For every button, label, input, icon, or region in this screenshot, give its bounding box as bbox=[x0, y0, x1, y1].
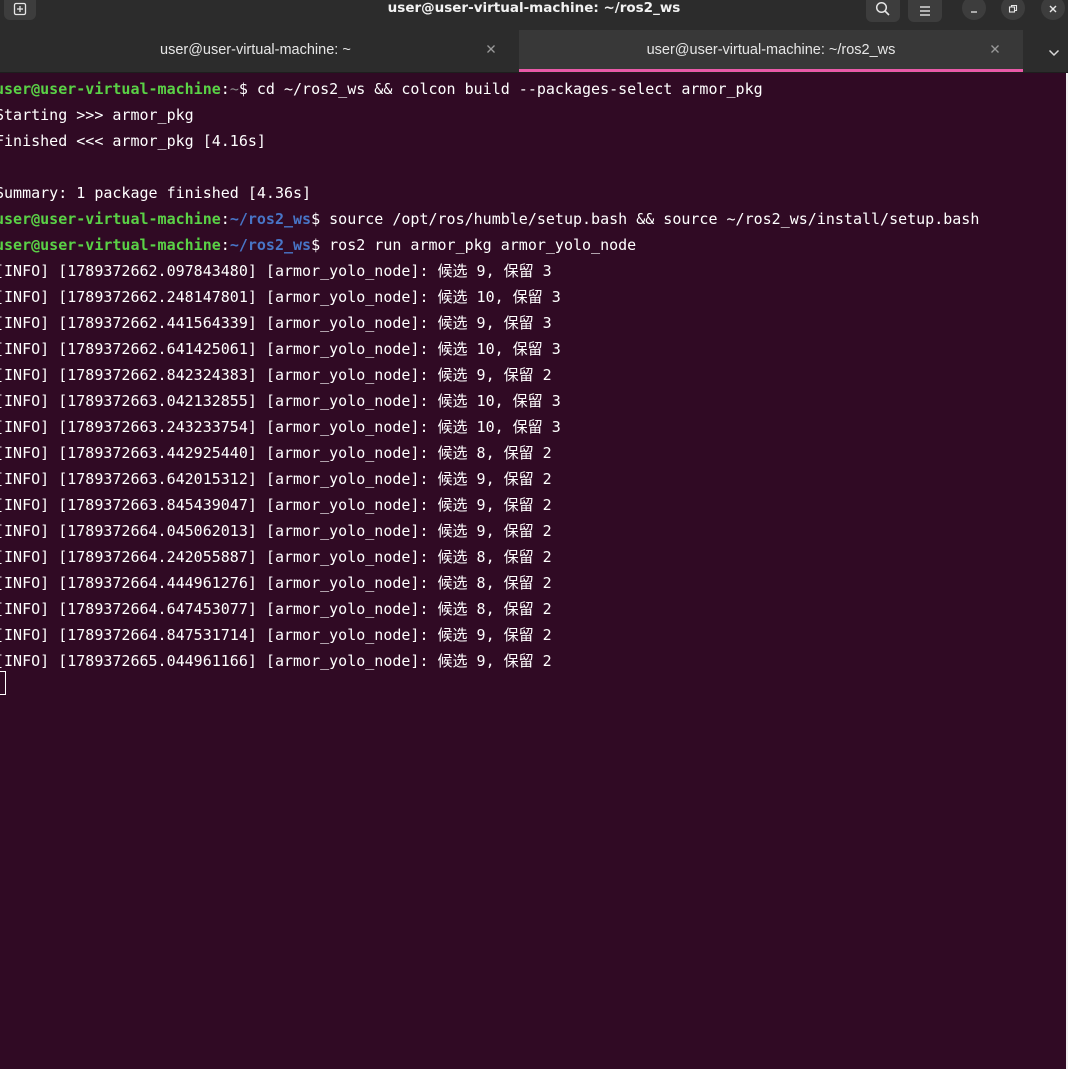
output-line: [INFO] [1789372664.444961276] [armor_yol… bbox=[0, 570, 552, 596]
minimize-button[interactable] bbox=[962, 0, 986, 20]
prompt-path: ~/ros2_ws bbox=[229, 210, 312, 228]
output-text: [INFO] [1789372663.642015312] [armor_yol… bbox=[0, 470, 552, 488]
output-line: [INFO] [1789372662.097843480] [armor_yol… bbox=[0, 258, 552, 284]
tab-close-button[interactable] bbox=[483, 42, 499, 58]
prompt-dollar: $ bbox=[311, 236, 330, 254]
output-text: [INFO] [1789372662.842324383] [armor_yol… bbox=[0, 366, 552, 384]
restore-icon bbox=[1008, 0, 1018, 18]
output-line: [INFO] [1789372664.045062013] [armor_yol… bbox=[0, 518, 552, 544]
terminal-output[interactable]: user@user-virtual-machine:~$ cd ~/ros2_w… bbox=[0, 73, 1068, 1069]
tab-ros2-ws[interactable]: user@user-virtual-machine: ~/ros2_ws bbox=[519, 30, 1023, 72]
close-icon bbox=[990, 42, 1000, 58]
output-line: [INFO] [1789372662.641425061] [armor_yol… bbox=[0, 336, 561, 362]
close-icon bbox=[1048, 0, 1058, 18]
terminal-window: user@user-virtual-machine: ~/ros2_ws use… bbox=[0, 0, 1068, 1069]
tab-overflow-button[interactable] bbox=[1044, 42, 1064, 60]
output-line: [INFO] [1789372664.242055887] [armor_yol… bbox=[0, 544, 552, 570]
output-line: [INFO] [1789372663.442925440] [armor_yol… bbox=[0, 440, 552, 466]
prompt-path: ~/ros2_ws bbox=[229, 236, 312, 254]
output-line: [INFO] [1789372663.845439047] [armor_yol… bbox=[0, 492, 552, 518]
prompt-line: user@user-virtual-machine:~/ros2_ws$ ros… bbox=[0, 232, 636, 258]
output-text: [INFO] [1789372665.044961166] [armor_yol… bbox=[0, 652, 552, 670]
prompt-user: user@user-virtual-machine bbox=[0, 80, 221, 98]
output-text: [INFO] [1789372664.647453077] [armor_yol… bbox=[0, 600, 552, 618]
tab-close-button[interactable] bbox=[987, 42, 1003, 58]
output-text: [INFO] [1789372663.442925440] [armor_yol… bbox=[0, 444, 552, 462]
search-button[interactable] bbox=[866, 0, 900, 22]
output-text: [INFO] [1789372664.045062013] [armor_yol… bbox=[0, 522, 552, 540]
new-tab-icon bbox=[13, 1, 27, 20]
search-icon bbox=[875, 1, 891, 21]
tab-bar: user@user-virtual-machine: ~ user@user-v… bbox=[0, 30, 1068, 73]
tab-home[interactable]: user@user-virtual-machine: ~ bbox=[0, 30, 519, 72]
minimize-icon bbox=[969, 0, 979, 18]
output-line: Finished <<< armor_pkg [4.16s] bbox=[0, 128, 266, 154]
new-tab-button[interactable] bbox=[4, 0, 36, 20]
close-icon bbox=[486, 42, 496, 58]
output-text: [INFO] [1789372664.847531714] [armor_yol… bbox=[0, 626, 552, 644]
chevron-down-icon bbox=[1048, 42, 1060, 61]
output-text: Summary: 1 package finished [4.36s] bbox=[0, 184, 312, 202]
output-line: Summary: 1 package finished [4.36s] bbox=[0, 180, 311, 206]
output-text: Starting >>> armor_pkg bbox=[0, 106, 194, 124]
prompt-line: user@user-virtual-machine:~$ cd ~/ros2_w… bbox=[0, 76, 763, 102]
output-text: [INFO] [1789372662.097843480] [armor_yol… bbox=[0, 262, 552, 280]
output-text: [INFO] [1789372664.242055887] [armor_yol… bbox=[0, 548, 552, 566]
output-text: Finished <<< armor_pkg [4.16s] bbox=[0, 132, 266, 150]
prompt-user: user@user-virtual-machine bbox=[0, 236, 221, 254]
output-text: [INFO] [1789372663.845439047] [armor_yol… bbox=[0, 496, 552, 514]
output-line: [INFO] [1789372663.642015312] [armor_yol… bbox=[0, 466, 552, 492]
text-cursor bbox=[0, 671, 6, 695]
output-line: [INFO] [1789372664.647453077] [armor_yol… bbox=[0, 596, 552, 622]
output-line: [INFO] [1789372663.042132855] [armor_yol… bbox=[0, 388, 561, 414]
command-text: ros2 run armor_pkg armor_yolo_node bbox=[329, 236, 637, 254]
prompt-path: ~ bbox=[229, 80, 239, 98]
output-text: [INFO] [1789372664.444961276] [armor_yol… bbox=[0, 574, 552, 592]
output-text: [INFO] [1789372663.042132855] [armor_yol… bbox=[0, 392, 561, 410]
output-line: [INFO] [1789372662.842324383] [armor_yol… bbox=[0, 362, 552, 388]
prompt-dollar: $ bbox=[238, 80, 257, 98]
restore-button[interactable] bbox=[1001, 0, 1025, 20]
header-bar: user@user-virtual-machine: ~/ros2_ws bbox=[0, 0, 1068, 30]
prompt-dollar: $ bbox=[311, 210, 330, 228]
prompt-colon: : bbox=[220, 210, 230, 228]
output-text: [INFO] [1789372662.641425061] [armor_yol… bbox=[0, 340, 561, 358]
output-line: [INFO] [1789372662.248147801] [armor_yol… bbox=[0, 284, 561, 310]
menu-button[interactable] bbox=[908, 0, 942, 22]
tab-label: user@user-virtual-machine: ~/ros2_ws bbox=[646, 42, 896, 58]
output-line: Starting >>> armor_pkg bbox=[0, 102, 194, 128]
close-window-button[interactable] bbox=[1041, 0, 1065, 20]
prompt-colon: : bbox=[220, 80, 230, 98]
hamburger-menu-icon bbox=[918, 2, 932, 21]
output-text: [INFO] [1789372662.441564339] [armor_yol… bbox=[0, 314, 552, 332]
prompt-line: user@user-virtual-machine:~/ros2_ws$ sou… bbox=[0, 206, 979, 232]
output-text: [INFO] [1789372663.243233754] [armor_yol… bbox=[0, 418, 561, 436]
command-text: cd ~/ros2_ws && colcon build --packages-… bbox=[256, 80, 763, 98]
command-text: source /opt/ros/humble/setup.bash && sou… bbox=[329, 210, 980, 228]
prompt-user: user@user-virtual-machine bbox=[0, 210, 221, 228]
prompt-colon: : bbox=[220, 236, 230, 254]
tab-label: user@user-virtual-machine: ~ bbox=[160, 42, 351, 58]
output-line: [INFO] [1789372662.441564339] [armor_yol… bbox=[0, 310, 552, 336]
output-line: [INFO] [1789372663.243233754] [armor_yol… bbox=[0, 414, 561, 440]
output-line: [INFO] [1789372664.847531714] [armor_yol… bbox=[0, 622, 552, 648]
output-line: [INFO] [1789372665.044961166] [armor_yol… bbox=[0, 648, 552, 674]
output-text: [INFO] [1789372662.248147801] [armor_yol… bbox=[0, 288, 561, 306]
